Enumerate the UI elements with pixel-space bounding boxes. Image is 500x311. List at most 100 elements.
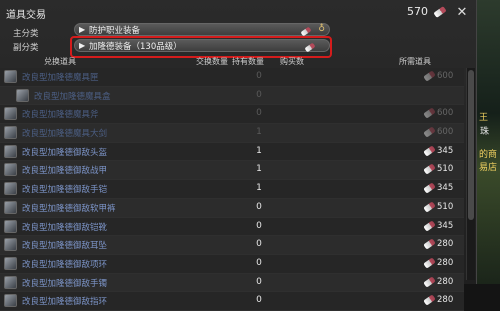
window-title: 道具交易	[6, 10, 46, 21]
exchange-qty: 0	[256, 276, 262, 287]
item-name: 改良型加隆德魔具大剑	[22, 129, 108, 140]
table-header: 兑换道具 交换数量 持有数量 购买数 所需道具	[0, 55, 476, 67]
exchange-qty: 1	[256, 164, 262, 175]
item-name: 改良型加隆德御敌战甲	[22, 166, 108, 177]
item-icon	[4, 107, 17, 121]
item-list: 改良型加隆德魔具匣 0 600 改良型加隆德魔具盒 0 改良型加隆德魔具斧 0 600 改良型加…	[0, 68, 464, 311]
pencil-icon	[300, 26, 312, 37]
item-name: 改良型加隆德御敌手铠	[22, 185, 108, 196]
item-name: 改良型加隆德御敌项环	[22, 259, 108, 270]
table-row[interactable]: 改良型加隆德御敌手镯 0 280	[0, 273, 464, 293]
required-item-icon	[423, 219, 436, 232]
side-text: 王	[479, 113, 489, 123]
table-row[interactable]: 改良型加隆德御敌项环 0 280	[0, 254, 464, 274]
required-amount: 600	[437, 127, 454, 138]
currency-pencil-icon	[433, 5, 447, 18]
item-name: 改良型加隆德魔具斧	[22, 110, 99, 121]
table-row[interactable]: 改良型加隆德魔具盒 0	[0, 86, 464, 106]
required-amount: 510	[437, 201, 454, 212]
item-icon	[4, 126, 17, 140]
item-name: 改良型加隆德御敌头盔	[22, 147, 108, 158]
scrollbar[interactable]	[466, 68, 475, 280]
item-icon	[4, 70, 17, 83]
game-background: 王 珠 的商 易店	[477, 0, 500, 284]
required-item-icon	[423, 201, 436, 213]
side-text: 易店	[479, 163, 498, 173]
required-amount: 600	[437, 108, 454, 119]
required-amount: 345	[437, 183, 454, 194]
required-item-icon	[423, 163, 436, 176]
required-amount: 345	[437, 145, 454, 156]
item-icon	[4, 294, 17, 308]
column-required-item: 所需道具	[399, 57, 431, 66]
item-icon	[4, 144, 17, 158]
required-amount: 510	[437, 164, 454, 175]
column-item: 兑换道具	[44, 57, 76, 66]
item-name: 改良型加隆德御敌铠靴	[22, 222, 108, 233]
currency-amount: 570	[407, 5, 428, 18]
title-bar: 道具交易 570 ✕	[0, 0, 476, 24]
required-item-icon	[423, 238, 436, 250]
item-icon	[4, 200, 17, 214]
table-row[interactable]: 改良型加隆德魔具斧 0 600	[0, 105, 464, 125]
item-icon	[4, 238, 17, 252]
required-item-icon	[423, 294, 436, 306]
item-icon	[4, 163, 17, 177]
item-name: 改良型加隆德魔具盒	[34, 91, 111, 102]
required-item-icon	[423, 145, 436, 157]
exchange-qty: 0	[256, 108, 262, 119]
item-icon	[4, 256, 17, 270]
exchange-qty: 0	[256, 239, 262, 250]
item-icon	[4, 219, 17, 233]
item-icon	[4, 275, 17, 289]
column-held-qty: 持有数量	[232, 57, 264, 66]
required-item-icon	[423, 182, 436, 194]
exchange-qty: 1	[256, 127, 262, 138]
required-amount: 600	[437, 71, 454, 81]
main-category-value: 防护职业装备	[89, 25, 141, 36]
table-row[interactable]: 改良型加隆德御敌软甲裤 0 510	[0, 198, 464, 218]
sub-category-label: 副分类	[13, 43, 39, 53]
required-item-icon	[423, 257, 436, 269]
table-row[interactable]: 改良型加隆德御敌战甲 1 510	[0, 161, 464, 181]
required-amount: 280	[437, 276, 454, 287]
required-item-icon	[423, 126, 436, 138]
scrollbar-thumb[interactable]	[468, 70, 474, 220]
table-row[interactable]: 改良型加隆德魔具匣 0 600	[0, 68, 464, 87]
dropdown-arrow-icon: ▶	[79, 25, 86, 34]
required-amount: 345	[437, 220, 454, 231]
table-row[interactable]: 改良型加隆德魔具大剑 1 600	[0, 124, 464, 143]
column-purchase-count: 购买数	[280, 57, 304, 66]
exchange-qty: 1	[256, 183, 262, 194]
item-exchange-window: 道具交易 570 ✕ 主分类 ▶ 防护职业装备 ♁ 副分类 ▶ 加隆德装备（13…	[0, 0, 477, 311]
item-name: 改良型加隆德御敌耳坠	[22, 241, 108, 252]
side-text: 珠	[480, 127, 490, 137]
item-name: 改良型加隆德御敌指环	[22, 297, 108, 308]
exchange-qty: 0	[256, 257, 262, 268]
required-amount: 280	[437, 257, 454, 268]
item-icon	[4, 182, 17, 196]
required-item-icon	[423, 275, 436, 288]
main-category-dropdown[interactable]: ▶ 防护职业装备 ♁	[74, 23, 330, 37]
item-name: 改良型加隆德御敌软甲裤	[22, 203, 116, 214]
exchange-qty: 1	[256, 145, 262, 156]
table-row[interactable]: 改良型加隆德御敌头盔 1 345	[0, 142, 464, 162]
column-exchange-qty: 交换数量	[196, 57, 228, 66]
table-row[interactable]: 改良型加隆德御敌耳坠 0 280	[0, 236, 464, 255]
exchange-qty: 0	[256, 220, 262, 231]
required-item-icon	[423, 107, 436, 119]
table-row[interactable]: 改良型加隆德御敌指环 0 280	[0, 292, 464, 311]
exchange-qty: 0	[256, 71, 262, 81]
item-icon	[16, 88, 29, 102]
exchange-qty: 0	[256, 201, 262, 212]
table-row[interactable]: 改良型加隆德御敌手铠 1 345	[0, 180, 464, 199]
required-item-icon	[423, 70, 436, 82]
exchange-qty: 0	[256, 295, 262, 306]
currency-display: 570	[407, 5, 447, 18]
side-text: 的商	[479, 150, 498, 160]
bag-icon: ♁	[318, 24, 325, 34]
close-icon[interactable]: ✕	[454, 4, 470, 20]
main-category-label: 主分类	[13, 29, 39, 39]
table-row[interactable]: 改良型加隆德御敌铠靴 0 345	[0, 217, 464, 237]
item-name: 改良型加隆德御敌手镯	[22, 278, 108, 289]
